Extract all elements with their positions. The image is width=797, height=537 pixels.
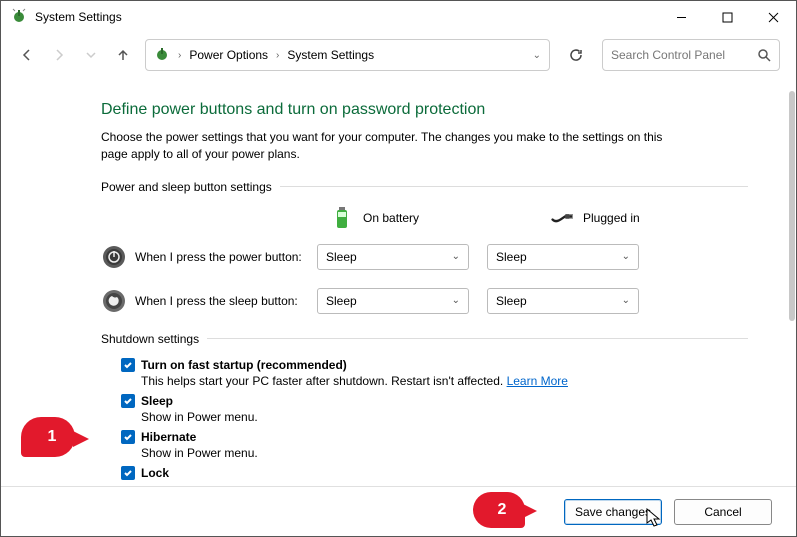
annotation-callout-1: 1 (21, 417, 75, 457)
shutdown-label: Shutdown settings (101, 332, 199, 346)
chevron-down-icon: ⌄ (452, 251, 460, 262)
window: System Settings › Power Options › System… (0, 0, 797, 537)
fast-startup-item: Turn on fast startup (recommended) This … (121, 358, 748, 388)
fast-startup-desc: This helps start your PC faster after sh… (121, 374, 748, 388)
divider (207, 338, 748, 339)
recent-locations-chevron[interactable] (81, 45, 101, 65)
annotation-callout-2: 2 (473, 492, 525, 528)
search-input[interactable]: Search Control Panel (602, 39, 780, 71)
search-icon (757, 48, 771, 62)
window-title: System Settings (35, 10, 122, 24)
chevron-down-icon[interactable]: ⌄ (533, 50, 541, 61)
chevron-right-icon: › (276, 50, 279, 61)
sleep-button-battery-select[interactable]: Sleep ⌄ (317, 288, 469, 314)
sleep-button-plugged-select[interactable]: Sleep ⌄ (487, 288, 639, 314)
fast-startup-label: Turn on fast startup (recommended) (141, 358, 347, 372)
power-button-battery-select[interactable]: Sleep ⌄ (317, 244, 469, 270)
page-description: Choose the power settings that you want … (101, 129, 681, 164)
footer: Save changes Cancel (1, 486, 796, 536)
power-button-row: When I press the power button: Sleep ⌄ S… (101, 244, 748, 270)
save-changes-button[interactable]: Save changes (564, 499, 662, 525)
breadcrumb-icon (154, 46, 170, 65)
hibernate-item: Hibernate Show in Power menu. (121, 430, 748, 460)
navbar: › Power Options › System Settings ⌄ Sear… (1, 33, 796, 77)
lock-checkbox[interactable] (121, 466, 135, 480)
sleep-item: Sleep Show in Power menu. (121, 394, 748, 424)
chevron-down-icon: ⌄ (622, 295, 630, 306)
shutdown-items: Turn on fast startup (recommended) This … (101, 358, 748, 480)
maximize-button[interactable] (704, 1, 750, 33)
titlebar: System Settings (1, 1, 796, 33)
refresh-button[interactable] (562, 41, 590, 69)
breadcrumb[interactable]: › Power Options › System Settings ⌄ (145, 39, 550, 71)
breadcrumb-level2[interactable]: System Settings (287, 48, 374, 62)
window-buttons (658, 1, 796, 33)
divider (280, 186, 748, 187)
sleep-button-icon (101, 288, 127, 314)
plug-icon (551, 206, 573, 230)
lock-item: Lock (121, 466, 748, 480)
sleep-button-row: When I press the sleep button: Sleep ⌄ S… (101, 288, 748, 314)
fast-startup-checkbox[interactable] (121, 358, 135, 372)
battery-icon (331, 206, 353, 230)
power-options-icon (11, 8, 27, 27)
chevron-down-icon: ⌄ (622, 251, 630, 262)
breadcrumb-level1[interactable]: Power Options (189, 48, 268, 62)
power-button-icon (101, 244, 127, 270)
power-button-label: When I press the power button: (127, 250, 317, 264)
hibernate-checkbox[interactable] (121, 430, 135, 444)
chevron-right-icon: › (178, 50, 181, 61)
minimize-button[interactable] (658, 1, 704, 33)
learn-more-link[interactable]: Learn More (507, 374, 568, 388)
power-button-plugged-select[interactable]: Sleep ⌄ (487, 244, 639, 270)
cancel-button[interactable]: Cancel (674, 499, 772, 525)
power-sleep-label: Power and sleep button settings (101, 180, 272, 194)
close-button[interactable] (750, 1, 796, 33)
page-heading: Define power buttons and turn on passwor… (101, 101, 748, 119)
sleep-label: Sleep (141, 394, 173, 408)
lock-label: Lock (141, 466, 169, 480)
forward-button[interactable] (49, 45, 69, 65)
sleep-checkbox[interactable] (121, 394, 135, 408)
content-area: Define power buttons and turn on passwor… (1, 81, 788, 536)
plugged-in-header: Plugged in (551, 206, 701, 230)
hibernate-label: Hibernate (141, 430, 196, 444)
hibernate-desc: Show in Power menu. (121, 446, 748, 460)
search-placeholder: Search Control Panel (611, 48, 757, 62)
shutdown-group-header: Shutdown settings (101, 332, 748, 346)
column-headers: On battery Plugged in (101, 206, 748, 230)
back-button[interactable] (17, 45, 37, 65)
chevron-down-icon: ⌄ (452, 295, 460, 306)
up-button[interactable] (113, 45, 133, 65)
scrollbar-thumb[interactable] (789, 91, 795, 321)
on-battery-header: On battery (331, 206, 481, 230)
sleep-desc: Show in Power menu. (121, 410, 748, 424)
sleep-button-label: When I press the sleep button: (127, 294, 317, 308)
power-sleep-group-header: Power and sleep button settings (101, 180, 748, 194)
